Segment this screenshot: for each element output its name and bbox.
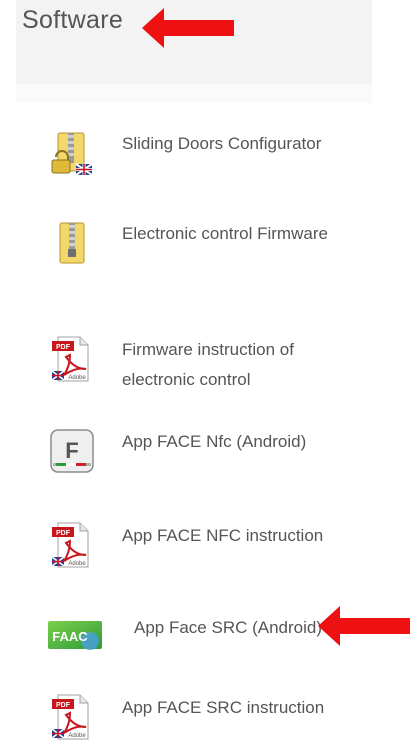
zip-folder-icon bbox=[48, 219, 96, 267]
title-arrow-icon bbox=[142, 8, 234, 48]
app-face-src-icon: FAAC bbox=[48, 617, 102, 657]
list-item-sliding-doors-configurator[interactable]: Sliding Doors Configurator bbox=[16, 129, 372, 189]
item-label[interactable]: Electronic control Firmware bbox=[122, 219, 358, 249]
page-title: Software bbox=[22, 6, 124, 34]
pdf-uk-icon: PDF Adobe bbox=[48, 693, 96, 741]
svg-text:Adobe: Adobe bbox=[68, 561, 86, 567]
software-list: Sliding Doors Configurator Electronic co… bbox=[16, 103, 372, 755]
pdf-uk-icon: PDF Adobe bbox=[48, 521, 96, 569]
item-label[interactable]: App FACE NFC instruction bbox=[122, 521, 358, 551]
item-label[interactable]: App FACE Nfc (Android) bbox=[122, 427, 358, 457]
item-label[interactable]: Sliding Doors Configurator bbox=[122, 129, 358, 159]
list-item-electronic-control-firmware[interactable]: Electronic control Firmware bbox=[16, 219, 372, 279]
svg-text:PDF: PDF bbox=[56, 530, 71, 537]
zip-folder-lock-uk-icon bbox=[48, 129, 96, 177]
app-face-nfc-icon: F bbox=[48, 427, 96, 475]
list-item-app-face-nfc[interactable]: F App FACE Nfc (Android) bbox=[16, 427, 372, 487]
svg-text:Adobe: Adobe bbox=[68, 733, 86, 739]
item-label[interactable]: Firmware instruction of electronic contr… bbox=[122, 335, 358, 395]
svg-text:PDF: PDF bbox=[56, 702, 71, 709]
item-label[interactable]: App FACE SRC instruction bbox=[122, 693, 358, 723]
svg-text:PDF: PDF bbox=[56, 344, 71, 351]
list-item-app-face-nfc-instruction[interactable]: PDF Adobe App FACE NFC instruction bbox=[16, 521, 372, 581]
list-item-app-face-src-instruction[interactable]: PDF Adobe App FACE SRC instruction bbox=[16, 693, 372, 753]
svg-text:F: F bbox=[65, 438, 78, 463]
pdf-uk-icon: PDF Adobe bbox=[48, 335, 96, 383]
header-divider bbox=[16, 84, 372, 103]
svg-text:FAAC: FAAC bbox=[52, 629, 88, 644]
app-face-src-arrow-icon bbox=[318, 606, 410, 646]
list-item-firmware-instruction[interactable]: PDF Adobe Firmware instruction of electr… bbox=[16, 335, 372, 405]
svg-text:Adobe: Adobe bbox=[68, 375, 86, 381]
